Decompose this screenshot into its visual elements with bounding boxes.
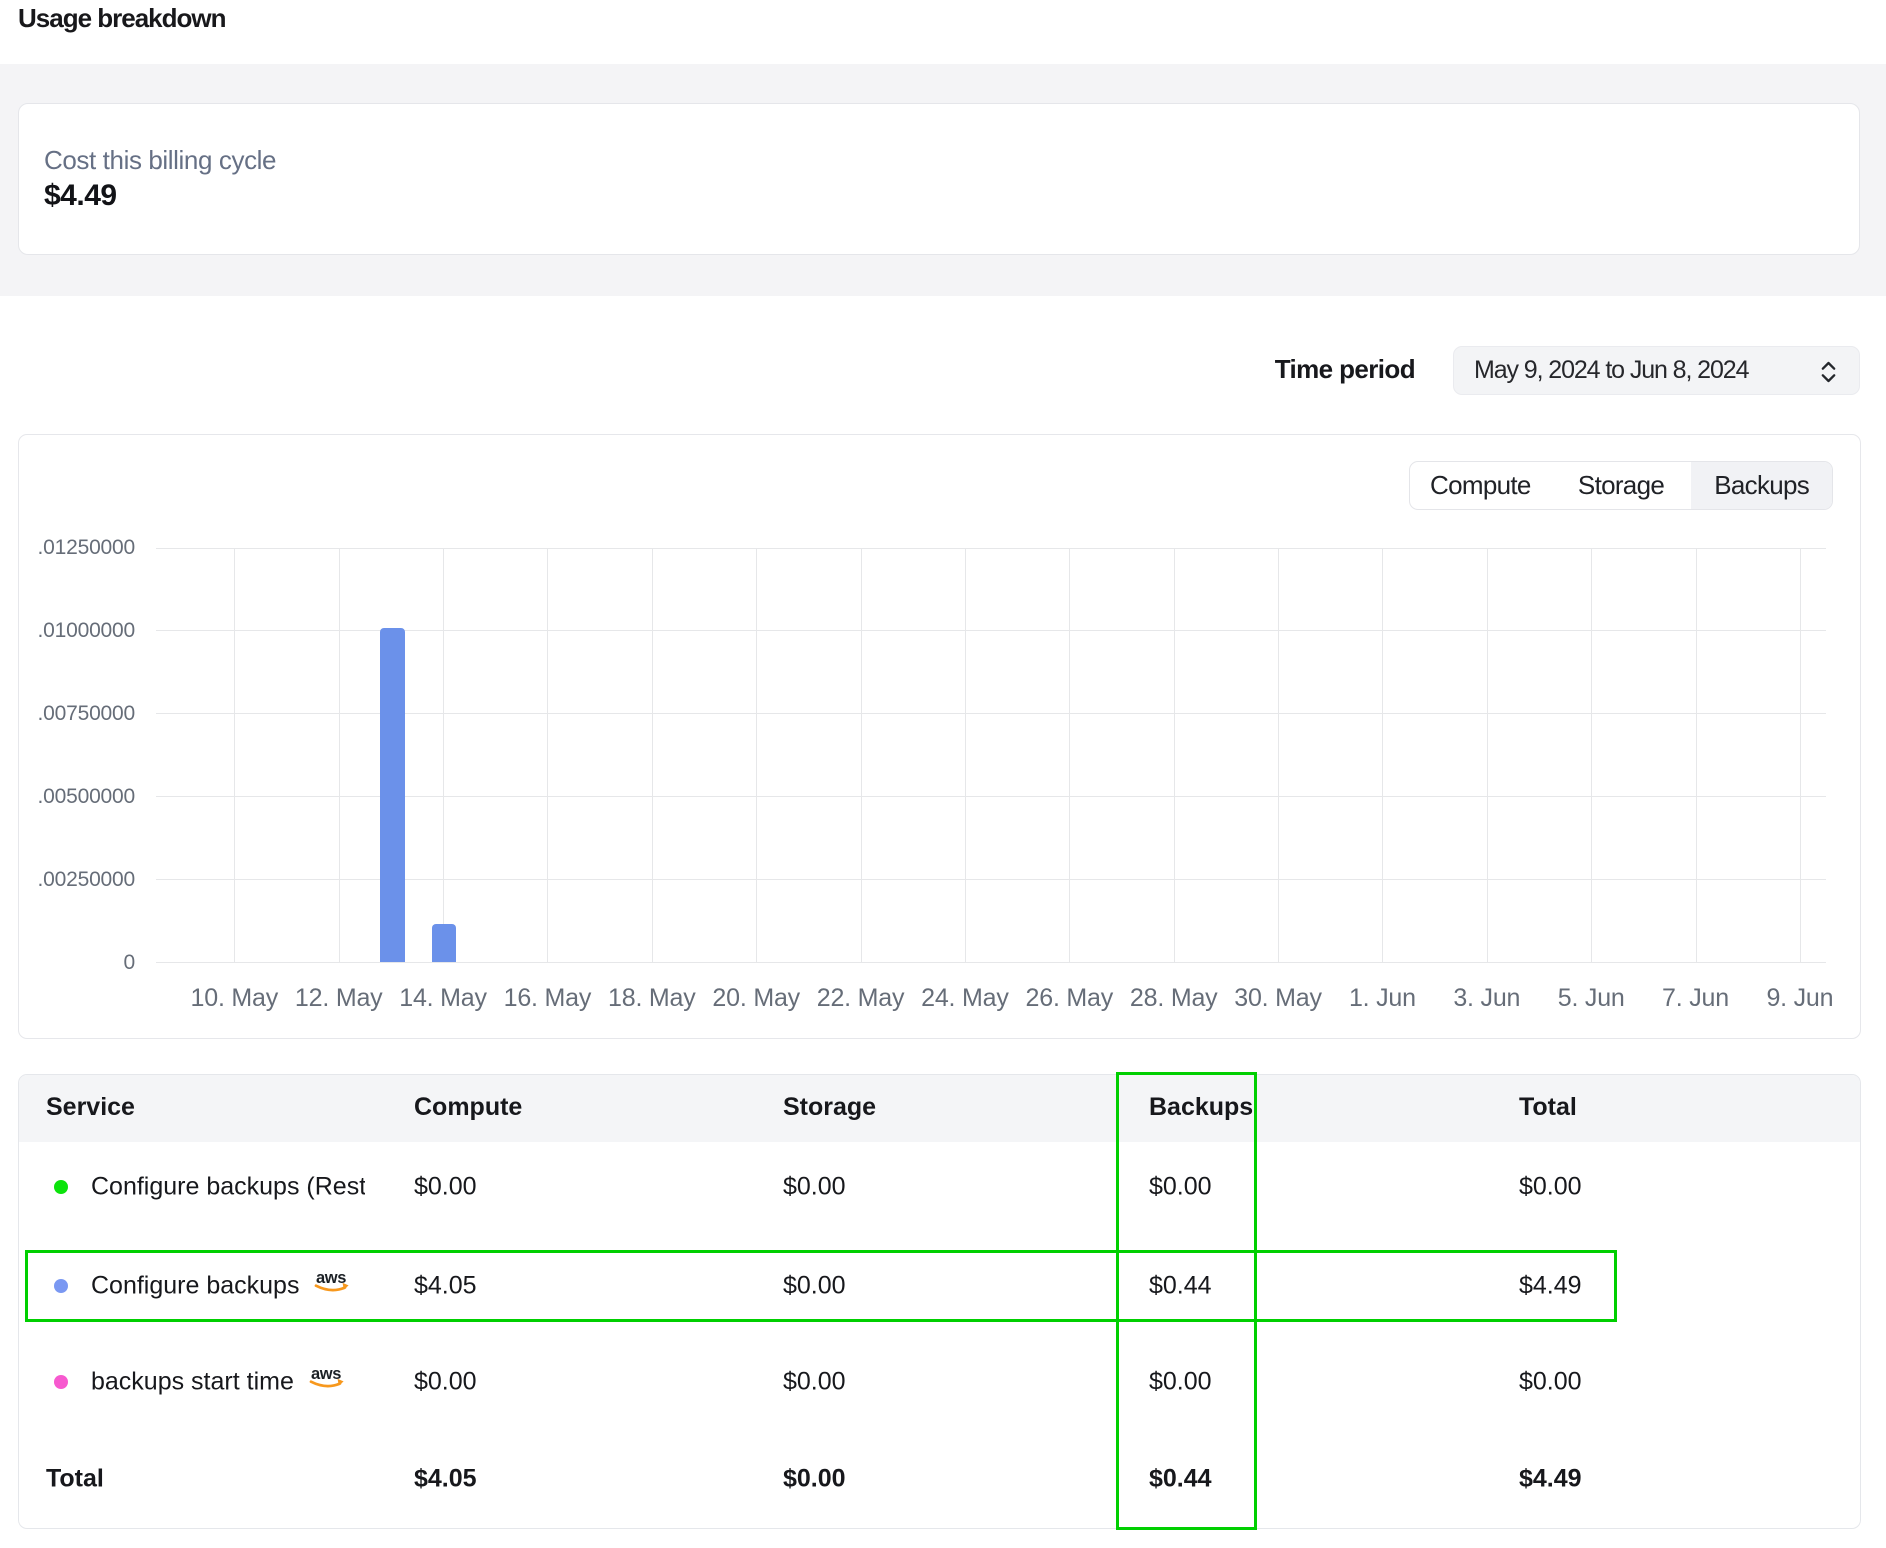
svg-text:aws: aws [311,1367,341,1384]
